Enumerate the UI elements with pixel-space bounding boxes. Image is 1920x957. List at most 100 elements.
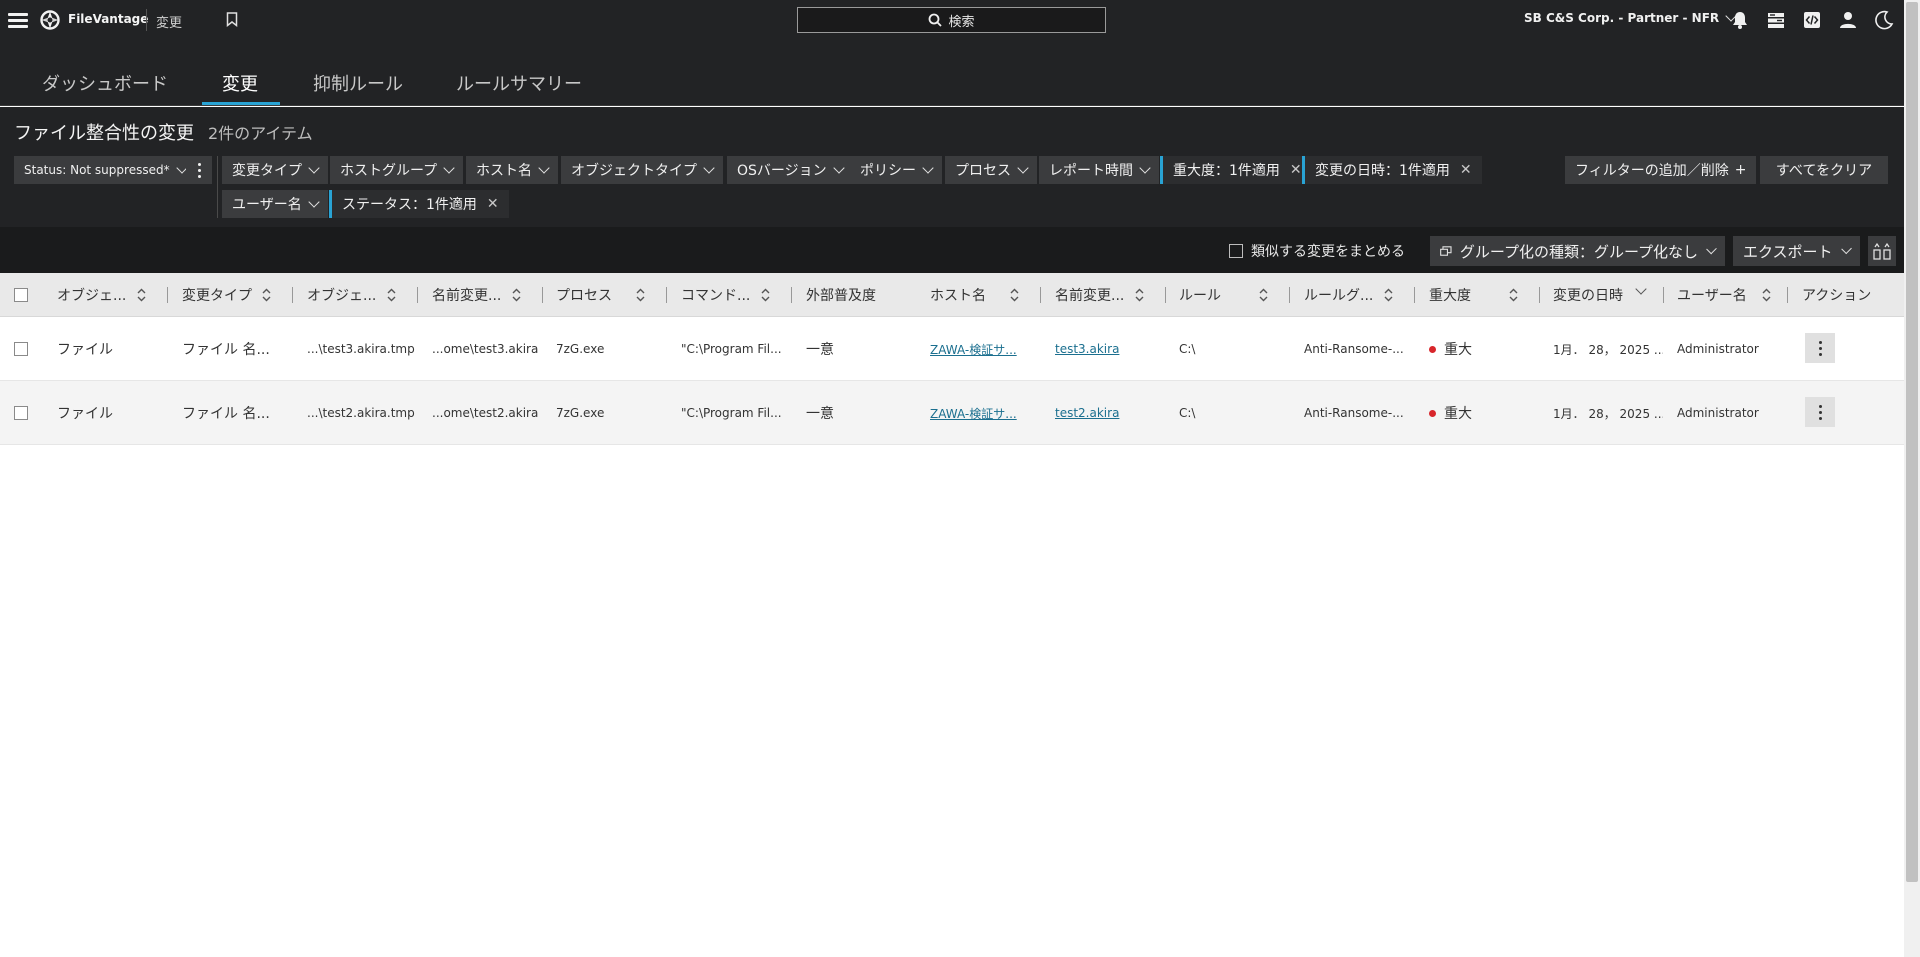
tab-rule-summary[interactable]: ルールサマリー <box>456 70 582 96</box>
renamed-to-link[interactable]: test2.akira <box>1055 406 1119 420</box>
table-header: オブジェ... 変更タイプ オブジェ... 名前変更... プロセス コマンド.… <box>0 273 1904 317</box>
table-row[interactable]: ファイル ファイル 名... ...\test2.akira.tmp ...om… <box>0 381 1904 445</box>
app-name: FileVantage <box>68 12 149 26</box>
tab-dashboard[interactable]: ダッシュボード <box>42 70 168 96</box>
col-command[interactable]: コマンド... <box>681 273 791 317</box>
select-all-checkbox[interactable] <box>14 273 28 317</box>
col-user-name[interactable]: ユーザー名 <box>1677 273 1787 317</box>
host-link[interactable]: ZAWA-検証サ... <box>930 341 1017 358</box>
column-separator <box>1663 287 1664 303</box>
cell-user: Administrator <box>1677 342 1759 356</box>
checkbox[interactable] <box>1229 244 1243 258</box>
grouping-type-dropdown[interactable]: グループ化の種類：グループ化なし <box>1430 236 1725 266</box>
col-severity[interactable]: 重大度 <box>1429 273 1539 317</box>
row-actions-button[interactable] <box>1805 333 1835 363</box>
code-icon[interactable] <box>1802 10 1822 30</box>
sort-icon <box>1135 288 1144 302</box>
host-link[interactable]: ZAWA-検証サ... <box>930 405 1017 422</box>
column-label: ホスト名 <box>930 288 986 304</box>
bell-icon[interactable] <box>1730 10 1750 30</box>
status-filter-label: Status: Not suppressed* <box>24 163 170 177</box>
user-icon[interactable] <box>1838 10 1858 30</box>
filter-host-group[interactable]: ホストグループ <box>330 156 464 184</box>
column-label: オブジェ... <box>307 288 377 304</box>
chevron-down-icon <box>1706 243 1717 254</box>
column-separator <box>1539 287 1540 303</box>
column-settings-button[interactable] <box>1868 236 1896 266</box>
scrollbar-thumb[interactable] <box>1906 2 1918 882</box>
filter-process[interactable]: プロセス <box>945 156 1037 184</box>
row-checkbox[interactable] <box>14 406 28 420</box>
close-icon[interactable]: ✕ <box>487 196 499 212</box>
col-prevalence[interactable]: 外部普及度 <box>806 273 916 317</box>
cell-host-name[interactable]: ZAWA-検証サ... <box>930 317 1040 381</box>
chevron-down-icon <box>1017 161 1029 174</box>
filter-change-type[interactable]: 変更タイプ <box>222 156 328 184</box>
close-icon[interactable]: ✕ <box>1290 162 1302 178</box>
column-label: 名前変更... <box>1055 288 1125 304</box>
cell-object-type: ファイル <box>57 406 113 422</box>
row-checkbox[interactable] <box>14 342 28 356</box>
filter-label: レポート時間 <box>1049 163 1133 179</box>
filter-host-name[interactable]: ホスト名 <box>466 156 558 184</box>
clear-all-button[interactable]: すべてをクリア <box>1760 156 1888 184</box>
col-host-name[interactable]: ホスト名 <box>930 273 1040 317</box>
tab-suppression-rules[interactable]: 抑制ルール <box>313 70 403 96</box>
org-switcher[interactable]: SB C&S Corp. - Partner - NFR <box>1524 9 1737 25</box>
col-actions: アクション <box>1802 273 1902 317</box>
columns-icon <box>1873 242 1891 260</box>
column-label: オブジェ... <box>57 288 127 304</box>
group-similar-checkbox[interactable]: 類似する変更をまとめる <box>1229 241 1405 261</box>
checkbox[interactable] <box>14 288 28 302</box>
col-change-type[interactable]: 変更タイプ <box>182 273 292 317</box>
filter-user-name[interactable]: ユーザー名 <box>222 190 328 218</box>
plus-icon: + <box>1734 162 1747 178</box>
menu-icon[interactable] <box>8 10 28 30</box>
filter-label: ユーザー名 <box>232 197 302 213</box>
table-row[interactable]: ファイル ファイル 名... ...\test3.akira.tmp ...om… <box>0 317 1904 381</box>
status-filter-dropdown[interactable]: Status: Not suppressed* <box>14 156 196 184</box>
filter-os-version[interactable]: OSバージョン <box>727 156 853 184</box>
col-object-type[interactable]: オブジェ... <box>57 273 167 317</box>
filter-object-type[interactable]: オブジェクトタイプ <box>561 156 723 184</box>
renamed-to-link[interactable]: test3.akira <box>1055 342 1119 356</box>
export-dropdown[interactable]: エクスポート <box>1733 236 1860 266</box>
col-change-datetime[interactable]: 変更の日時 <box>1553 273 1663 317</box>
server-icon[interactable] <box>1766 10 1786 30</box>
add-remove-filter-button[interactable]: フィルターの追加／削除 + <box>1565 156 1757 184</box>
col-rule[interactable]: ルール <box>1179 273 1289 317</box>
col-renamed-to[interactable]: 名前変更... <box>1055 273 1165 317</box>
filter-datetime-applied[interactable]: 変更の日時：1件適用 ✕ <box>1302 156 1482 184</box>
row-actions-button[interactable] <box>1805 397 1835 427</box>
cell-process: 7zG.exe <box>556 342 605 356</box>
filter-label: 変更の日時：1件適用 <box>1315 163 1450 179</box>
tab-changes[interactable]: 変更 <box>222 70 258 96</box>
filter-status-applied[interactable]: ステータス：1件適用 ✕ <box>329 190 509 218</box>
cell-change-type: ファイル 名... <box>182 342 270 358</box>
cell-renamed-to[interactable]: test3.akira <box>1055 317 1165 381</box>
filter-policy[interactable]: ポリシー <box>850 156 942 184</box>
col-object[interactable]: オブジェ... <box>307 273 417 317</box>
cell-renamed-to[interactable]: test2.akira <box>1055 381 1165 445</box>
column-label: 変更の日時 <box>1553 288 1623 304</box>
close-icon[interactable]: ✕ <box>1460 162 1472 178</box>
cell-command: "C:\Program Fil... <box>681 406 782 420</box>
moon-icon[interactable] <box>1874 10 1894 30</box>
breadcrumb[interactable]: 変更 <box>156 12 182 31</box>
column-separator <box>1414 287 1415 303</box>
cell-user: Administrator <box>1677 406 1759 420</box>
search-input[interactable]: 検索 <box>797 7 1106 33</box>
active-tab-indicator <box>202 102 280 105</box>
col-renamed-from[interactable]: 名前変更... <box>432 273 542 317</box>
column-label: 名前変更... <box>432 288 502 304</box>
col-process[interactable]: プロセス <box>556 273 666 317</box>
filter-report-time[interactable]: レポート時間 <box>1039 156 1159 184</box>
sort-icon <box>761 288 770 302</box>
col-rule-group[interactable]: ルールグ... <box>1304 273 1414 317</box>
filter-severity-applied[interactable]: 重大度：1件適用 ✕ <box>1160 156 1312 184</box>
sort-icon <box>137 288 146 302</box>
cell-host-name[interactable]: ZAWA-検証サ... <box>930 381 1040 445</box>
bookmark-icon[interactable] <box>226 12 238 27</box>
chevron-down-icon <box>703 161 715 174</box>
filter-more-button[interactable] <box>186 156 212 184</box>
